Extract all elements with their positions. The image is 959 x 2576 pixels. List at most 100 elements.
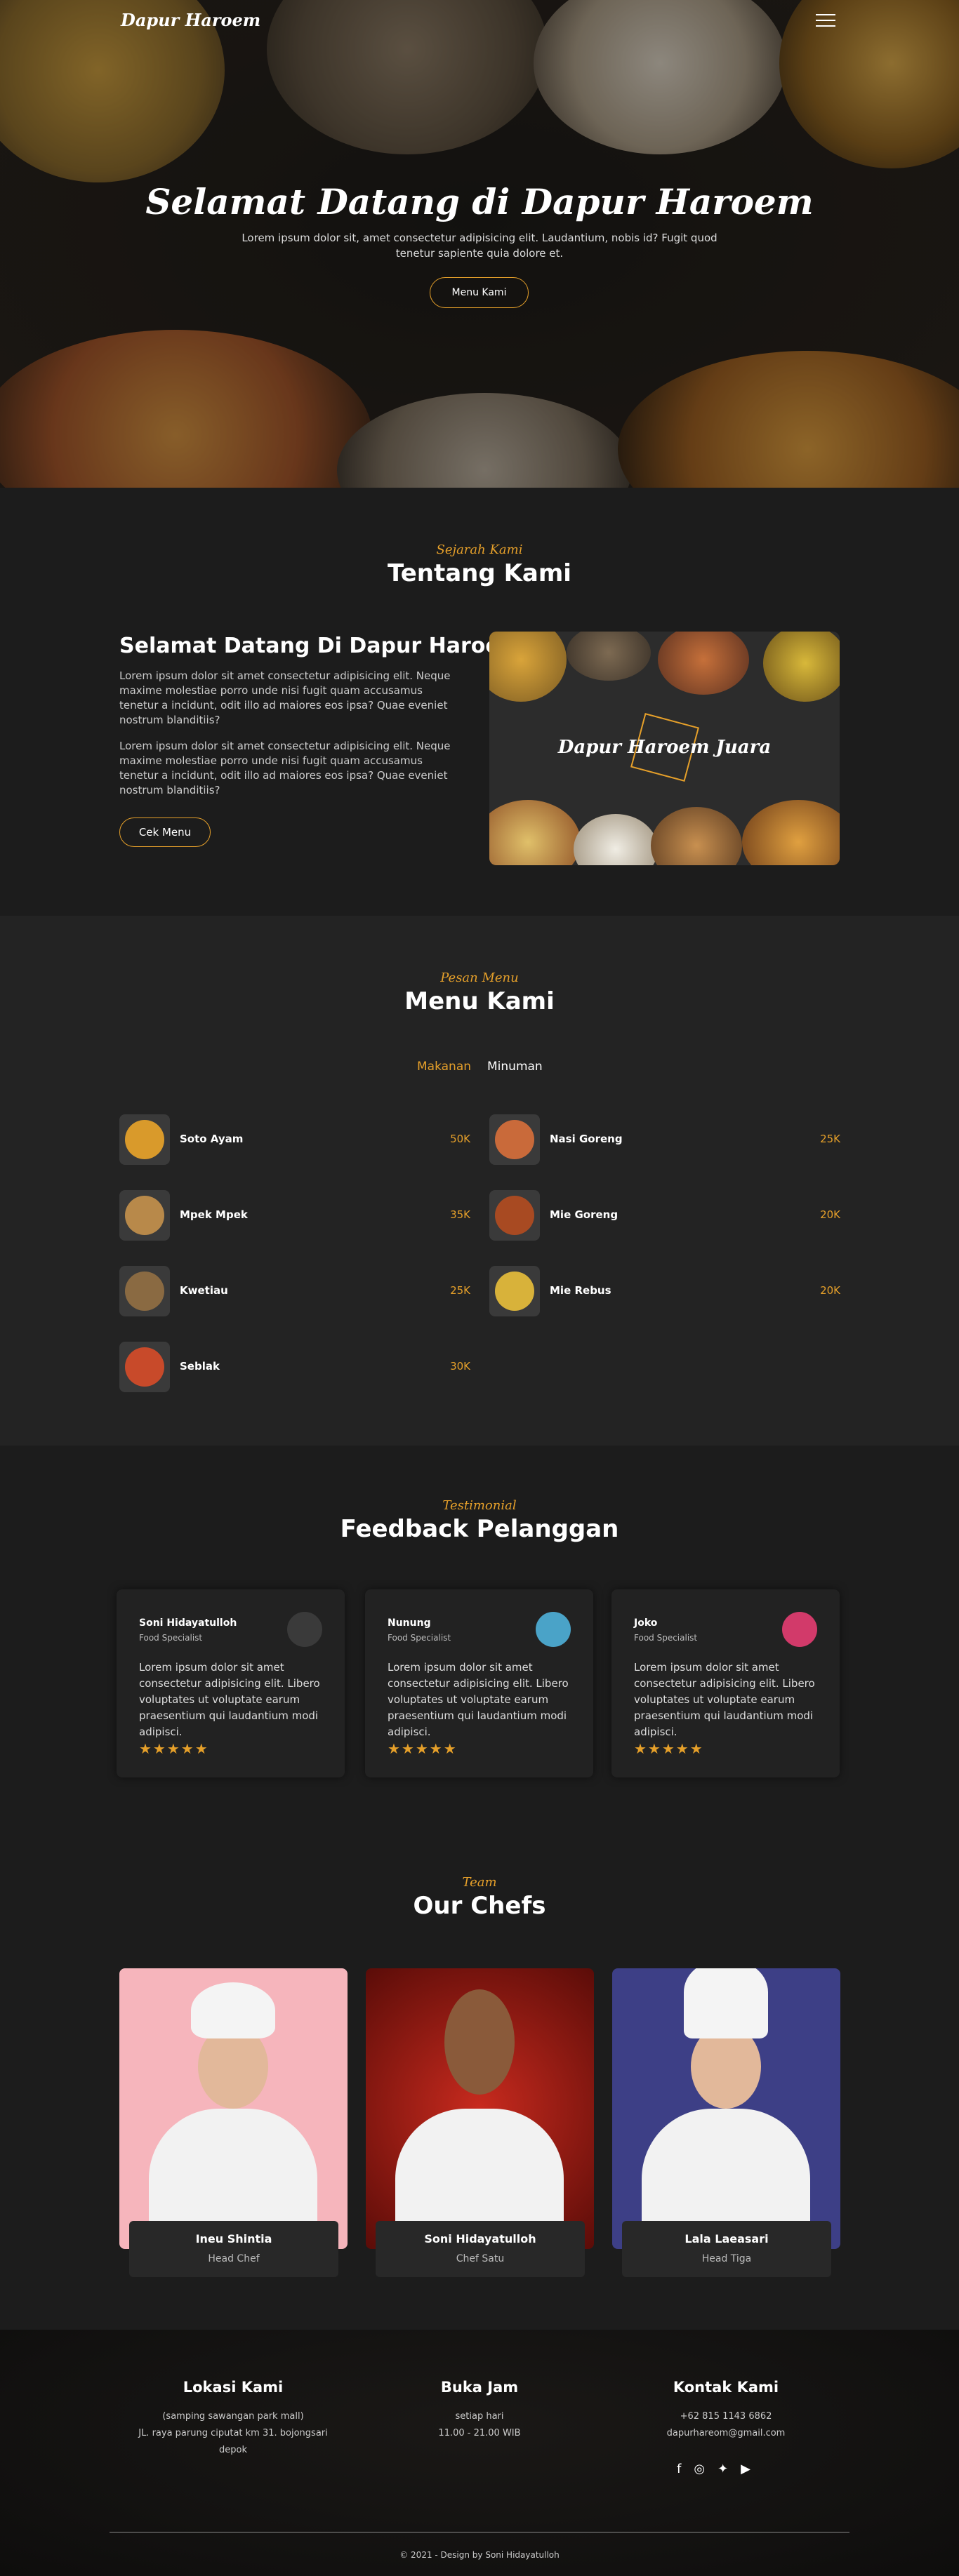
hamburger-menu-icon[interactable] [816,14,835,28]
address-line: JL. raya parung ciputat km 31. bojongsar… [138,2428,328,2438]
menu-item-price: 20K [820,1208,840,1221]
reviewer-name: Nunung [388,1617,431,1629]
chef-card: Lala Laeasari Head Tiga [622,2221,831,2277]
chef-card: Ineu Shintia Head Chef [129,2221,338,2277]
testimonial-section: Testimonial Feedback Pelanggan Soni Hida… [0,1446,959,1860]
reviewer-role: Food Specialist [139,1633,203,1643]
footer: Lokasi Kami (samping sawangan park mall)… [0,2330,959,2576]
instagram-icon[interactable]: ◎ [694,2462,705,2476]
email-address[interactable]: dapurhareom@gmail.com [614,2425,838,2442]
chefs-kicker: Team [462,1875,497,1890]
testimonial-kicker: Testimonial [442,1498,517,1513]
menu-item-price: 35K [450,1208,470,1221]
avatar [782,1612,817,1647]
menu-item[interactable]: Seblak 30K [119,1342,470,1392]
testimonial-text: Lorem ipsum dolor sit amet consectetur a… [388,1661,569,1738]
food-thumbnail [489,1114,540,1165]
menu-item[interactable]: Kwetiau 25K [119,1266,470,1316]
chef-role: Head Chef [208,2253,260,2264]
about-paragraph: Lorem ipsum dolor sit amet consectetur a… [119,669,451,726]
chefs-title: Our Chefs [413,1892,546,1920]
menu-item-name: Nasi Goreng [550,1133,623,1145]
menu-item-name: Mie Goreng [550,1208,619,1221]
menu-item-price: 30K [450,1360,470,1373]
about-image: Dapur Haroem Juara [489,632,840,865]
menu-item[interactable]: Nasi Goreng 25K [489,1114,840,1165]
youtube-icon[interactable]: ▶ [741,2462,750,2476]
avatar [536,1612,571,1647]
twitter-icon[interactable]: ✦ [717,2462,728,2476]
menu-item-name: Kwetiau [180,1284,228,1297]
phone-number[interactable]: +62 815 1143 6862 [614,2408,838,2425]
food-thumbnail [119,1114,170,1165]
address-line: (samping sawangan park mall) [162,2411,304,2422]
testimonial-title: Feedback Pelanggan [340,1515,619,1543]
about-paragraph: Lorem ipsum dolor sit amet consectetur a… [119,740,451,796]
chef-name: Lala Laeasari [684,2232,769,2245]
menu-item[interactable]: Mpek Mpek 35K [119,1190,470,1241]
food-thumbnail [119,1266,170,1316]
menu-item[interactable]: Mie Rebus 20K [489,1266,840,1316]
chef-name: Soni Hidayatulloh [424,2232,536,2245]
hero-section: Dapur Haroem Selamat Datang di Dapur Har… [0,0,959,488]
food-thumbnail [119,1190,170,1241]
menu-item-name: Mpek Mpek [180,1208,248,1221]
menu-item-price: 25K [820,1133,840,1145]
testimonial-card: Joko Food Specialist Lorem ipsum dolor s… [611,1589,840,1777]
menu-kicker: Pesan Menu [440,970,519,985]
avatar [287,1612,322,1647]
food-thumbnail [119,1342,170,1392]
hours-line: 11.00 - 21.00 WIB [438,2428,521,2438]
tab-makanan[interactable]: Makanan [417,1060,471,1074]
brand-logo[interactable]: Dapur Haroem [121,10,260,30]
star-rating-icon: ★★★★★ [388,1740,458,1757]
menu-title: Menu Kami [404,987,555,1015]
copyright: © 2021 - Design by Soni Hidayatulloh [399,2550,560,2560]
about-image-caption: Dapur Haroem Juara [557,737,772,758]
menu-kami-button[interactable]: Menu Kami [430,277,529,308]
cek-menu-button[interactable]: Cek Menu [119,817,211,847]
social-links: f ◎ ✦ ▶ [677,2462,761,2476]
testimonial-card: Nunung Food Specialist Lorem ipsum dolor… [365,1589,593,1777]
reviewer-role: Food Specialist [634,1633,698,1643]
menu-item-price: 25K [450,1284,470,1297]
hours-line: setiap hari [455,2411,504,2422]
reviewer-name: Soni Hidayatulloh [139,1617,237,1629]
footer-heading: Buka Jam [440,2379,519,2396]
facebook-icon[interactable]: f [677,2462,681,2476]
chef-photo [119,1968,348,2249]
food-thumbnail [489,1266,540,1316]
menu-item-name: Seblak [180,1360,220,1373]
menu-item[interactable]: Soto Ayam 50K [119,1114,470,1165]
menu-item-name: Mie Rebus [550,1284,611,1297]
chef-photo [366,1968,594,2249]
menu-item-price: 50K [450,1133,470,1145]
chef-role: Head Tiga [701,2253,752,2264]
about-kicker: Sejarah Kami [436,542,523,557]
about-title: Tentang Kami [388,559,571,587]
tab-minuman[interactable]: Minuman [487,1060,543,1074]
star-rating-icon: ★★★★★ [634,1740,704,1757]
footer-location: Lokasi Kami (samping sawangan park mall)… [121,2379,345,2459]
footer-hours: Buka Jam setiap hari 11.00 - 21.00 WIB [367,2379,592,2442]
testimonial-card: Soni Hidayatulloh Food Specialist Lorem … [117,1589,345,1777]
address-line: depok [219,2445,247,2455]
chef-role: Chef Satu [456,2253,505,2264]
food-thumbnail [489,1190,540,1241]
footer-heading: Kontak Kami [673,2379,779,2396]
about-section: Sejarah Kami Tentang Kami Selamat Datang… [0,488,959,916]
menu-section: Pesan Menu Menu Kami Makanan Minuman Sot… [0,916,959,1446]
chef-card: Soni Hidayatulloh Chef Satu [376,2221,585,2277]
star-rating-icon: ★★★★★ [139,1740,209,1757]
testimonial-text: Lorem ipsum dolor sit amet consectetur a… [139,1661,320,1738]
menu-item-price: 20K [820,1284,840,1297]
menu-item-name: Soto Ayam [180,1133,244,1145]
hero-subtitle: Lorem ipsum dolor sit, amet consectetur … [242,232,717,260]
footer-heading: Lokasi Kami [183,2379,284,2396]
about-heading: Selamat Datang Di Dapur Haroem [119,634,522,658]
reviewer-name: Joko [634,1617,658,1629]
menu-item[interactable]: Mie Goreng 20K [489,1190,840,1241]
testimonial-text: Lorem ipsum dolor sit amet consectetur a… [634,1661,815,1738]
footer-contact: Kontak Kami +62 815 1143 6862 dapurhareo… [614,2379,838,2442]
chef-name: Ineu Shintia [195,2232,272,2245]
